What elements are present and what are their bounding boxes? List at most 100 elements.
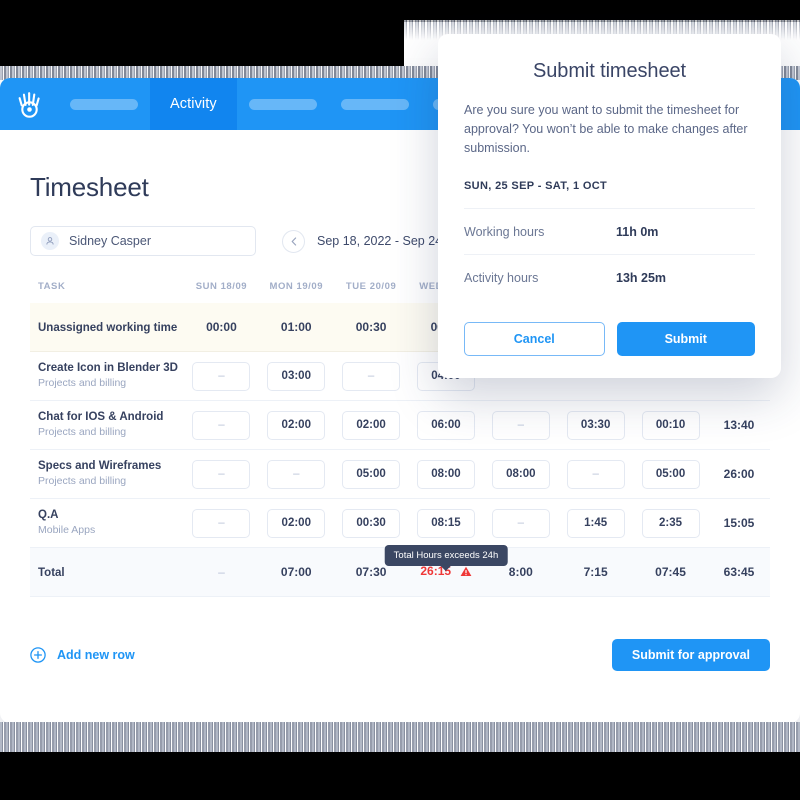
time-input[interactable]: 02:00 bbox=[267, 508, 326, 538]
total-value: – bbox=[218, 565, 225, 579]
time-input[interactable]: 05:00 bbox=[641, 459, 700, 489]
time-input[interactable]: – bbox=[566, 459, 625, 489]
chevron-left-icon[interactable] bbox=[282, 229, 305, 253]
total-fri: 7:15 bbox=[558, 547, 634, 597]
time-input[interactable]: – bbox=[192, 459, 251, 489]
nav-placeholder-3[interactable] bbox=[340, 98, 409, 110]
hand-logo-icon[interactable] bbox=[0, 78, 58, 130]
add-new-row-label: Add new row bbox=[57, 648, 135, 662]
cell-mon: 03:00 bbox=[258, 351, 334, 401]
task-cell: Total bbox=[30, 547, 184, 597]
date-navigation: Sep 18, 2022 - Sep 24, 20 bbox=[282, 229, 463, 253]
task-project: Mobile Apps bbox=[38, 524, 96, 536]
time-input[interactable]: 02:00 bbox=[342, 410, 401, 440]
cell-fri: 1:45 bbox=[558, 498, 634, 548]
cell-mon: – bbox=[258, 449, 334, 499]
submit-for-approval-button[interactable]: Submit for approval bbox=[611, 639, 770, 671]
task-cell: Create Icon in Blender 3D Projects and b… bbox=[30, 351, 184, 401]
cell-tue: 02:00 bbox=[333, 400, 409, 450]
task-title: Specs and Wireframes bbox=[38, 460, 162, 472]
time-input[interactable]: 05:00 bbox=[342, 459, 401, 489]
task-cell: Q.A Mobile Apps bbox=[30, 498, 184, 548]
time-input[interactable]: – bbox=[192, 508, 251, 538]
modal-body-text: Are you sure you want to submit the time… bbox=[464, 103, 748, 155]
table-row-total: Total – 07:00 07:30 Total Hours exceeds … bbox=[30, 545, 770, 597]
cell-wed: 08:15 bbox=[408, 498, 484, 548]
task-project: Projects and billing bbox=[38, 426, 127, 438]
submit-button[interactable]: Submit bbox=[616, 322, 755, 356]
total-sun: – bbox=[184, 547, 259, 597]
time-input[interactable]: 02:00 bbox=[267, 410, 326, 440]
time-input[interactable]: 08:00 bbox=[416, 459, 475, 489]
person-name: Sidney Casper bbox=[69, 234, 151, 248]
task-title: Chat for IOS & Android bbox=[38, 411, 164, 423]
cell-fri: – bbox=[558, 449, 634, 499]
total-value: 8:00 bbox=[508, 565, 533, 579]
cell-thu: – bbox=[483, 400, 559, 450]
footer-actions: Add new row Submit for approval bbox=[30, 639, 770, 671]
nav-placeholder-1[interactable] bbox=[70, 98, 138, 110]
time-input[interactable]: – bbox=[491, 410, 550, 440]
modal-title: Submit timesheet bbox=[533, 60, 686, 82]
grand-total-value: 63:45 bbox=[723, 565, 755, 579]
time-input[interactable]: 00:10 bbox=[641, 410, 700, 440]
exceeds-tooltip: Total Hours exceeds 24h bbox=[384, 545, 508, 571]
time-input[interactable]: – bbox=[342, 361, 401, 391]
time-input[interactable]: 08:15 bbox=[416, 508, 475, 538]
total-wed: Total Hours exceeds 24h 26:15 bbox=[384, 545, 508, 597]
time-input[interactable]: 1:45 bbox=[566, 508, 625, 538]
task-project: Projects and billing bbox=[38, 475, 127, 487]
task-cell: Chat for IOS & Android Projects and bill… bbox=[30, 400, 184, 450]
cell-tue: 00:30 bbox=[333, 498, 409, 548]
task-cell: Specs and Wireframes Projects and billin… bbox=[30, 449, 184, 499]
cell-mon: 02:00 bbox=[258, 498, 334, 548]
cell-mon: 02:00 bbox=[258, 400, 334, 450]
cell-sun: – bbox=[184, 351, 259, 401]
task-title: Create Icon in Blender 3D bbox=[38, 362, 178, 374]
total-value: 7:15 bbox=[583, 565, 608, 579]
cell-wed: 06:00 bbox=[408, 400, 484, 450]
cancel-button[interactable]: Cancel bbox=[464, 322, 605, 356]
time-input[interactable]: 03:30 bbox=[566, 410, 625, 440]
modal-action-buttons: Cancel Submit bbox=[464, 322, 755, 356]
artifact-black-top-right bbox=[404, 0, 800, 22]
cell-sat: 05:00 bbox=[633, 449, 708, 499]
total-sat: 07:45 bbox=[633, 547, 708, 597]
person-select[interactable]: Sidney Casper bbox=[30, 226, 256, 256]
time-input[interactable]: 08:00 bbox=[491, 459, 550, 489]
row-total: 26:00 bbox=[723, 467, 755, 481]
time-input[interactable]: – bbox=[192, 361, 251, 391]
artifact-noise-bottom bbox=[0, 722, 800, 752]
time-input[interactable]: – bbox=[192, 410, 251, 440]
task-project: Projects and billing bbox=[38, 377, 127, 389]
user-icon bbox=[41, 232, 59, 250]
modal-date-range: SUN, 25 SEP - SAT, 1 OCT bbox=[464, 180, 608, 192]
col-tue: TUE 20/09 bbox=[345, 281, 397, 292]
time-input[interactable]: 06:00 bbox=[416, 410, 475, 440]
time-input[interactable]: 00:30 bbox=[342, 508, 401, 538]
total-label: Total bbox=[38, 567, 65, 579]
task-title: Unassigned working time bbox=[38, 322, 178, 334]
time-input[interactable]: – bbox=[267, 459, 326, 489]
grand-total: 63:45 bbox=[708, 547, 770, 597]
cell-sun: 00:00 bbox=[184, 303, 259, 352]
cell-value: 00:00 bbox=[206, 320, 237, 334]
task-cell: Unassigned working time bbox=[30, 303, 184, 352]
summary-value: 11h 0m bbox=[616, 224, 659, 239]
cell-tue: 00:30 bbox=[333, 303, 409, 352]
cell-tue: 05:00 bbox=[333, 449, 409, 499]
submit-timesheet-modal: Submit timesheet Are you sure you want t… bbox=[438, 34, 781, 378]
nav-placeholder-2[interactable] bbox=[248, 98, 317, 110]
add-new-row-button[interactable]: Add new row bbox=[30, 647, 135, 663]
cell-value: 00:30 bbox=[355, 320, 387, 334]
tab-activity[interactable]: Activity bbox=[150, 78, 237, 130]
time-input[interactable]: 03:00 bbox=[267, 361, 326, 391]
table-row: Specs and Wireframes Projects and billin… bbox=[30, 449, 770, 499]
total-mon: 07:00 bbox=[258, 547, 334, 597]
time-input[interactable]: – bbox=[491, 508, 550, 538]
summary-label: Working hours bbox=[464, 224, 545, 239]
cell-value: 01:00 bbox=[280, 320, 312, 334]
cell-thu: – bbox=[483, 498, 559, 548]
cell-sun: – bbox=[184, 449, 259, 499]
time-input[interactable]: 2:35 bbox=[641, 508, 700, 538]
